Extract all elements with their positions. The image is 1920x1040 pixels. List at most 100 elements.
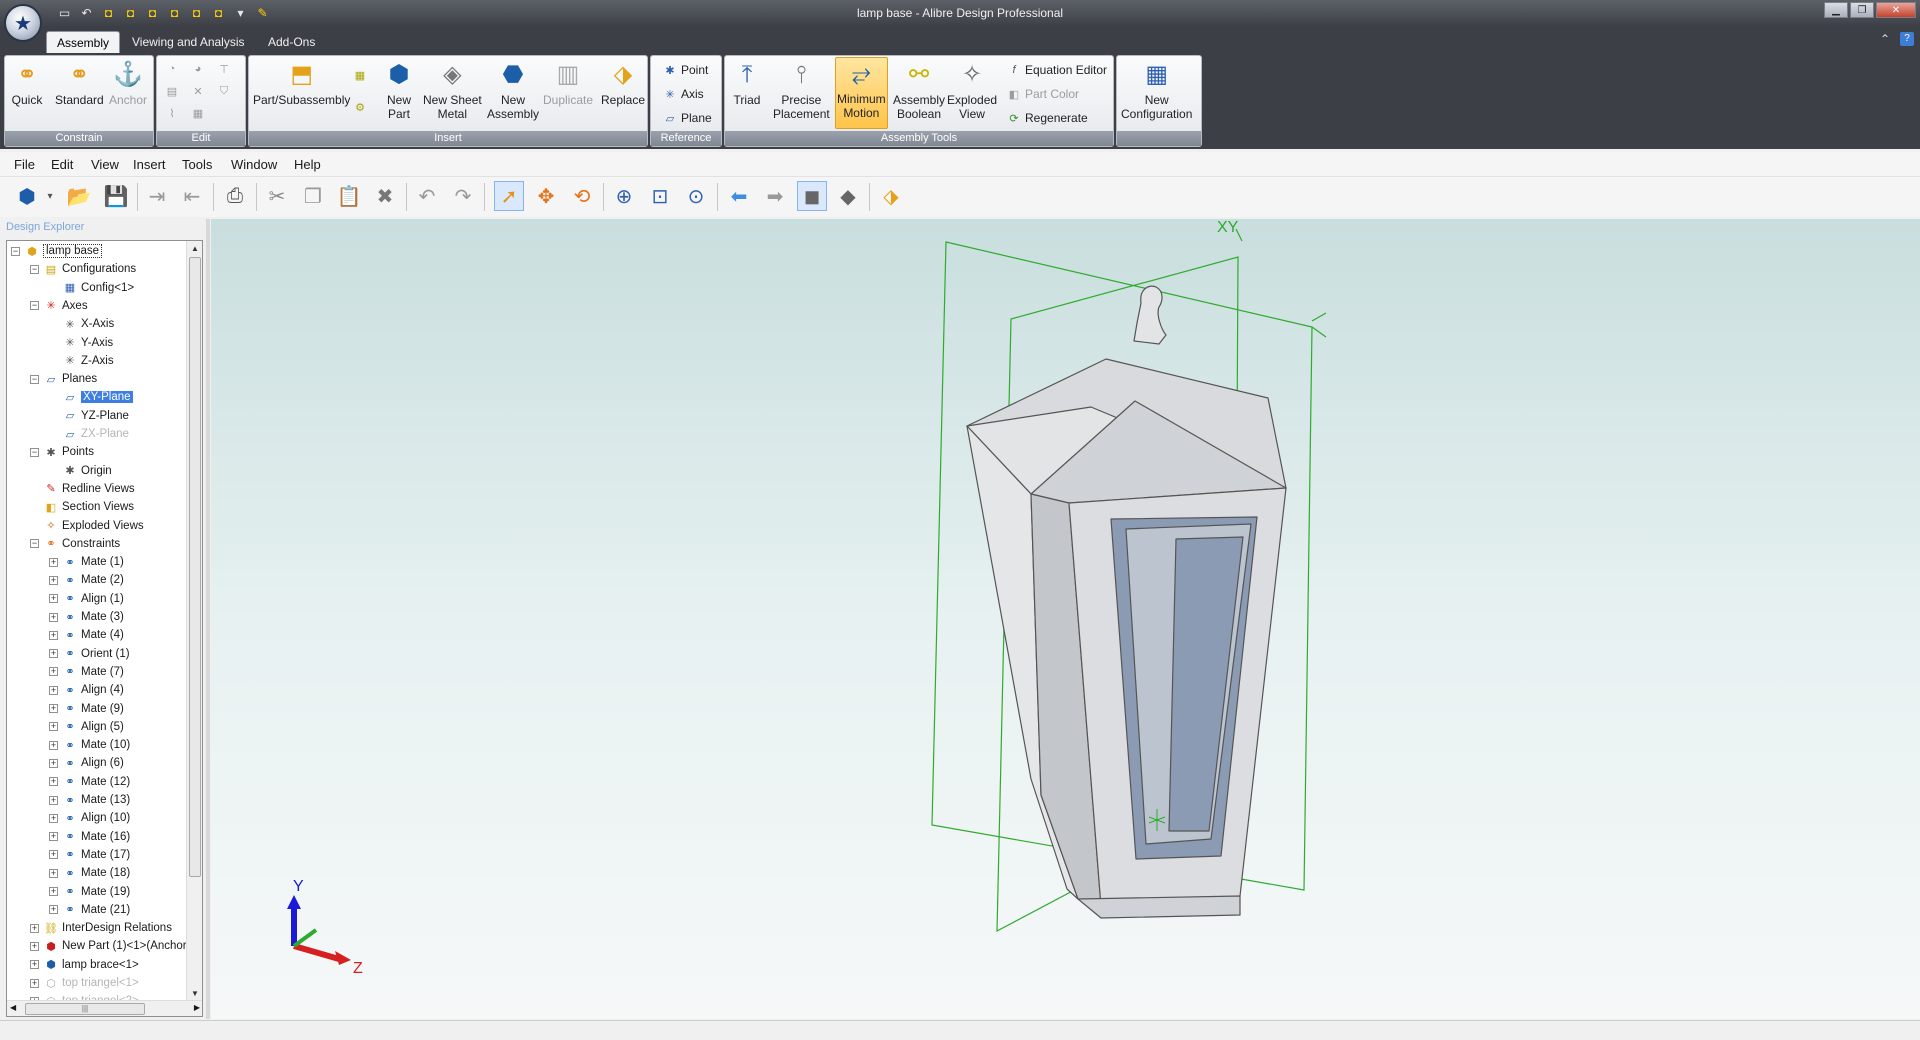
triad-button[interactable]: ⤒ Triad — [731, 59, 763, 108]
edit-tool-4[interactable]: ▤ — [165, 84, 179, 98]
edit-tool-6[interactable]: ⛉ — [217, 84, 231, 98]
edit-tool-1[interactable]: ◔ — [165, 62, 179, 76]
tree-item[interactable]: − ▤ Configurations — [30, 260, 136, 278]
menu-window[interactable]: Window — [231, 157, 277, 172]
tree-item[interactable]: + ⬢ New Part (1)<1>(Anchor — [30, 937, 187, 955]
tree-item[interactable]: ✳ Z-Axis — [49, 352, 114, 370]
tree-item[interactable]: − ⚭ Constraints — [30, 535, 120, 553]
tree-item[interactable]: + ⚭ Align (4) — [49, 681, 124, 699]
tree-item[interactable]: + ⚭ Align (10) — [49, 809, 130, 827]
collapse-icon[interactable]: − — [30, 374, 39, 384]
expand-icon[interactable]: + — [49, 868, 58, 878]
assembly-boolean-button[interactable]: ⚯ Assembly Boolean — [893, 59, 945, 122]
collapse-icon[interactable]: − — [30, 447, 39, 457]
tree-item[interactable]: + ⚭ Mate (3) — [49, 608, 124, 626]
expand-icon[interactable]: + — [49, 649, 58, 659]
tree-item[interactable]: ▱ ZX-Plane — [49, 425, 129, 443]
pan-icon[interactable]: ✥ — [531, 181, 561, 211]
tree-item[interactable]: − ✳ Axes — [30, 297, 88, 315]
zoom-fit-icon[interactable]: ⊙ — [681, 181, 711, 211]
tree-item[interactable]: + ⚭ Align (1) — [49, 590, 124, 608]
tab-viewing-and-analysis[interactable]: Viewing and Analysis — [122, 31, 255, 53]
3d-viewport[interactable]: XY Y Z — [211, 219, 1920, 1019]
edit-tool-3[interactable]: ⊤ — [217, 62, 231, 76]
shaded-view-icon[interactable]: ◼ — [797, 181, 827, 211]
open-folder-icon[interactable]: 📂 — [64, 181, 94, 211]
scroll-down-icon[interactable]: ▼ — [187, 986, 202, 1001]
expand-icon[interactable]: + — [30, 923, 39, 933]
expand-icon[interactable]: + — [49, 832, 58, 842]
plane-button[interactable]: ▱ Plane — [663, 111, 712, 125]
tree-item[interactable]: ✱ Origin — [49, 462, 112, 480]
minimum-motion-button[interactable]: ⥂ Minimum Motion — [835, 57, 888, 129]
expand-icon[interactable]: + — [49, 740, 58, 750]
tree-item[interactable]: + ⚭ Mate (19) — [49, 883, 130, 901]
equation-editor-button[interactable]: f Equation Editor — [1007, 63, 1107, 77]
close-icon[interactable]: ✕ — [1876, 2, 1916, 18]
redo-icon[interactable]: ↷ — [448, 181, 478, 211]
part-color-button[interactable]: ◧ Part Color — [1007, 87, 1079, 101]
menu-view[interactable]: View — [91, 157, 119, 172]
tree-item[interactable]: ✳ Y-Axis — [49, 334, 113, 352]
tree-horizontal-scrollbar[interactable]: ◀ ||| ▶ — [7, 1000, 202, 1016]
select-cursor-icon[interactable]: ➚ — [494, 181, 524, 211]
edit-tool-2[interactable]: ◕ — [191, 62, 205, 76]
zoom-in-icon[interactable]: ⊕ — [609, 181, 639, 211]
quick-button[interactable]: ⚭ Quick — [11, 59, 43, 108]
expand-icon[interactable]: + — [49, 557, 58, 567]
scroll-left-icon[interactable]: ◀ — [10, 1003, 16, 1012]
precise-placement-button[interactable]: ⫯ Precise Placement — [773, 59, 830, 122]
scroll-up-icon[interactable]: ▲ — [187, 241, 202, 256]
expand-icon[interactable]: + — [49, 758, 58, 768]
tree-item[interactable]: + ⚭ Mate (17) — [49, 846, 130, 864]
tree-item[interactable]: − ✱ Points — [30, 443, 94, 461]
tree-item[interactable]: − ⬢ lamp base — [11, 242, 103, 260]
tree-item[interactable]: ◧ Section Views — [30, 498, 134, 516]
collapse-icon[interactable]: − — [30, 539, 39, 549]
tree-item[interactable]: + ⚭ Mate (10) — [49, 736, 130, 754]
axis-button[interactable]: ✳ Axis — [663, 87, 703, 101]
undo-icon[interactable]: ↶ — [412, 181, 442, 211]
tree-hscroll-thumb[interactable]: ||| — [25, 1003, 145, 1015]
tree-item[interactable]: + ⚭ Mate (4) — [49, 626, 124, 644]
anchor-button[interactable]: ⚓ Anchor — [109, 59, 147, 108]
expand-icon[interactable]: + — [49, 612, 58, 622]
expand-icon[interactable]: + — [49, 887, 58, 896]
copy-icon[interactable]: ❐ — [298, 181, 328, 211]
new-configuration-button[interactable]: ▦ New Configuration — [1121, 59, 1192, 122]
regenerate-button[interactable]: ⟳ Regenerate — [1007, 111, 1087, 125]
print-icon[interactable]: ⎙ — [220, 181, 250, 211]
tree-item[interactable]: + ⛓ InterDesign Relations — [30, 919, 172, 937]
expand-icon[interactable]: + — [30, 978, 39, 988]
tab-assembly[interactable]: Assembly — [46, 31, 121, 53]
tree-item[interactable]: + ⬢ lamp brace<1> — [30, 956, 139, 974]
point-button[interactable]: ✱ Point — [663, 63, 708, 77]
tree-item[interactable]: + ⚭ Orient (1) — [49, 645, 130, 663]
menu-help[interactable]: Help — [294, 157, 321, 172]
tree-item[interactable]: ✎ Redline Views — [30, 480, 135, 498]
tree-item[interactable]: + ⚭ Mate (13) — [49, 791, 130, 809]
save-icon[interactable]: 💾 — [101, 181, 131, 211]
rotate-icon[interactable]: ⟲ — [567, 181, 597, 211]
edit-tool-7[interactable]: ⌇ — [165, 106, 179, 120]
edit-tool-8[interactable]: ▦ — [191, 106, 205, 120]
paste-icon[interactable]: 📋 — [334, 181, 364, 211]
tree-scroll-thumb[interactable] — [189, 257, 201, 877]
scroll-right-icon[interactable]: ▶ — [194, 1003, 200, 1012]
restore-icon[interactable]: ❐ — [1850, 2, 1874, 18]
expand-icon[interactable]: + — [30, 960, 39, 970]
expand-icon[interactable]: + — [49, 704, 58, 713]
expand-icon[interactable]: + — [49, 850, 58, 860]
new-assembly-button[interactable]: ⬣ New Assembly — [487, 59, 539, 122]
minimize-ribbon-icon[interactable]: ⌃ — [1880, 32, 1890, 46]
tree-item[interactable]: + ⚭ Align (6) — [49, 754, 124, 772]
tree-item[interactable]: ▦ Config<1> — [49, 279, 134, 297]
tree-item[interactable]: + ⚭ Mate (9) — [49, 700, 124, 718]
collapse-icon[interactable]: − — [11, 246, 20, 256]
expand-icon[interactable]: + — [49, 795, 58, 805]
cut-icon[interactable]: ✂ — [262, 181, 292, 211]
menu-file[interactable]: File — [14, 157, 35, 172]
expand-icon[interactable]: + — [30, 941, 39, 951]
expand-icon[interactable]: + — [49, 777, 58, 787]
menu-insert[interactable]: Insert — [133, 157, 166, 172]
